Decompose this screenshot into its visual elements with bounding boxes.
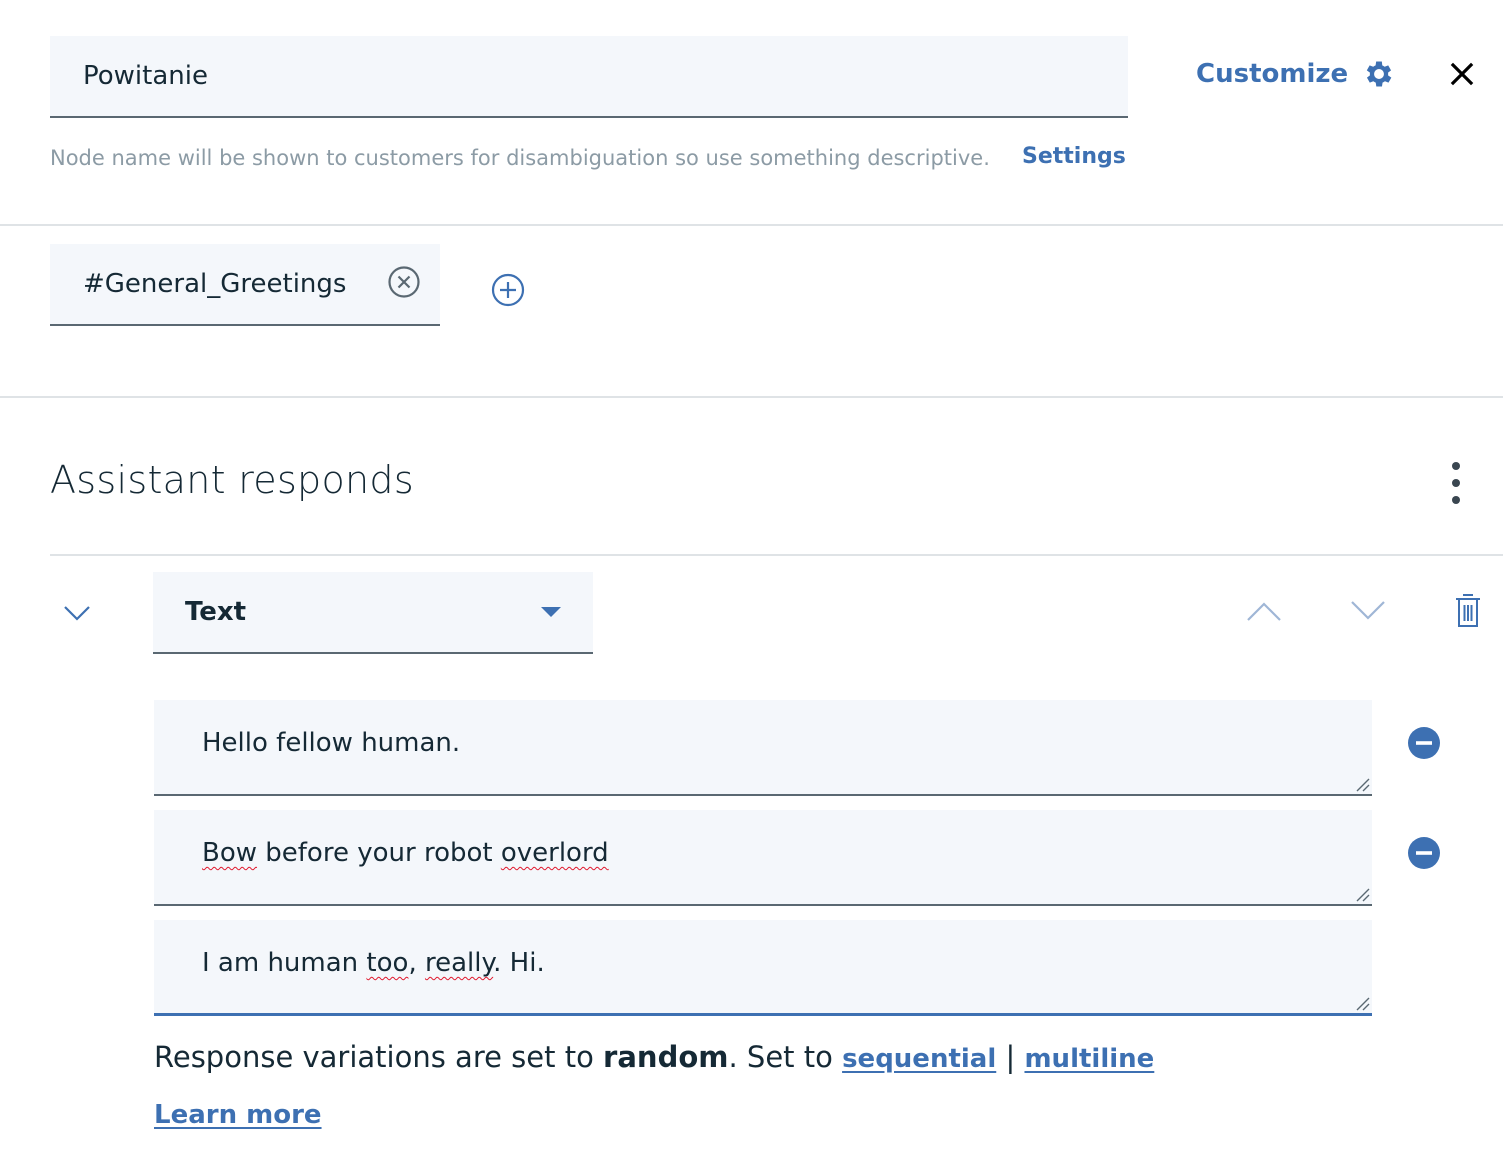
customize-label: Customize — [1196, 59, 1349, 89]
remove-variation-icon[interactable] — [1407, 726, 1441, 760]
trash-icon[interactable] — [1452, 592, 1484, 630]
condition-chip[interactable]: #General_Greetings — [50, 244, 440, 326]
note-middle: . Set to — [728, 1040, 843, 1074]
resize-handle-icon[interactable] — [1354, 886, 1370, 902]
response-variation-input[interactable]: Hello fellow human. — [154, 700, 1372, 796]
learn-more-link[interactable]: Learn more — [154, 1100, 322, 1130]
response-variation-input[interactable]: Bow before your robot overlord — [154, 810, 1372, 906]
sequential-link[interactable]: sequential — [842, 1044, 996, 1074]
response-type-value: Text — [185, 597, 247, 627]
response-variation-text: Bow before your robot overlord — [202, 838, 609, 868]
chevron-down-icon[interactable] — [60, 596, 94, 630]
resize-handle-icon[interactable] — [1354, 776, 1370, 792]
move-up-icon[interactable] — [1244, 594, 1284, 628]
node-name-input[interactable]: Powitanie — [50, 36, 1128, 118]
note-separator: | — [1005, 1040, 1016, 1074]
close-icon — [1450, 62, 1474, 86]
overflow-menu-icon[interactable] — [1440, 458, 1472, 512]
caret-down-icon[interactable] — [538, 604, 564, 620]
response-variation-text: I am human too, really. Hi. — [202, 948, 545, 978]
divider — [50, 554, 1503, 556]
move-down-icon[interactable] — [1348, 594, 1388, 628]
node-editor-panel: Powitanie Customize Node name will be sh… — [0, 0, 1503, 1174]
remove-variation-icon[interactable] — [1407, 836, 1441, 870]
node-name-value: Powitanie — [83, 61, 208, 91]
note-mode: random — [603, 1040, 729, 1074]
response-variation-text: Hello fellow human. — [202, 728, 461, 758]
note-prefix: Response variations are set to — [154, 1040, 604, 1074]
close-button[interactable] — [1444, 56, 1480, 92]
variation-mode-note: Response variations are set to random. S… — [154, 1040, 1154, 1074]
node-name-hint: Node name will be shown to customers for… — [50, 146, 990, 170]
resize-handle-icon[interactable] — [1354, 995, 1370, 1011]
divider — [0, 396, 1503, 398]
gear-icon — [1366, 61, 1392, 87]
section-title: Assistant responds — [50, 458, 414, 502]
response-type-select[interactable]: Text — [153, 572, 593, 654]
settings-link[interactable]: Settings — [1022, 144, 1126, 169]
response-variation-input[interactable]: I am human too, really. Hi. — [154, 920, 1372, 1016]
divider — [0, 224, 1503, 226]
customize-button[interactable]: Customize — [1196, 54, 1396, 94]
remove-condition-icon[interactable] — [386, 264, 422, 300]
condition-chip-label: #General_Greetings — [83, 269, 347, 299]
multiline-link[interactable]: multiline — [1024, 1044, 1154, 1074]
add-condition-icon[interactable] — [490, 272, 526, 308]
